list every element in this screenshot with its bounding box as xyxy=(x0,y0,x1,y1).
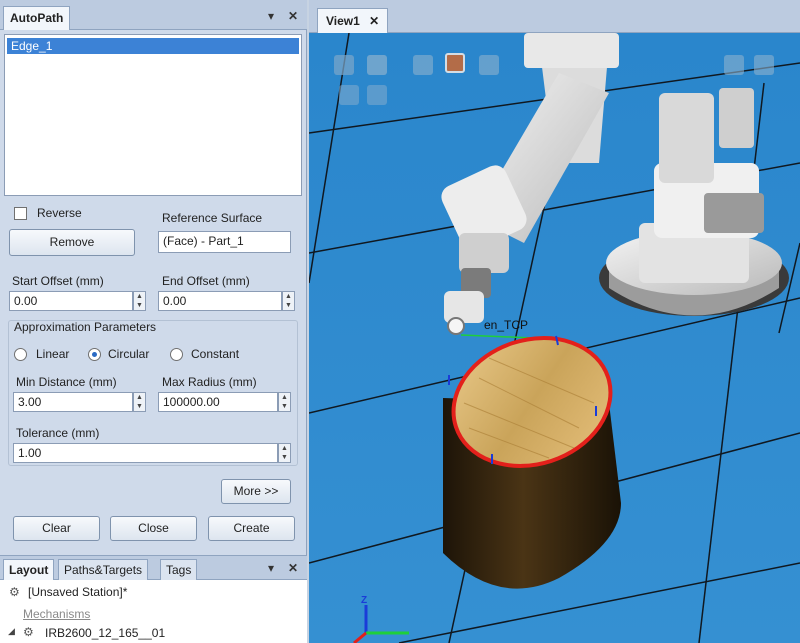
tcp-label: en_TCP xyxy=(484,318,528,332)
view-toolbar-icon[interactable] xyxy=(445,53,465,73)
close-icon[interactable]: ✕ xyxy=(288,561,298,575)
viewport-scene: en_TCP Z xyxy=(308,32,800,643)
approximation-label: Approximation Parameters xyxy=(14,320,157,334)
tab-layout[interactable]: Layout xyxy=(3,559,55,580)
view-toolbar-icon[interactable] xyxy=(724,55,744,75)
start-offset-input[interactable]: 0.00 xyxy=(9,291,133,311)
station-icon: ⚙ xyxy=(9,585,20,599)
layout-tabbar: Layout Paths&Targets Tags ▾ ✕ xyxy=(0,555,307,580)
tolerance-stepper[interactable]: ▲ ▼ xyxy=(278,443,291,463)
start-offset-label: Start Offset (mm) xyxy=(12,274,104,288)
autopath-panel: AutoPath ▾ ✕ Edge_1 Reverse Reference Su… xyxy=(0,0,307,643)
view-toolbar-icon[interactable] xyxy=(334,55,354,75)
expand-arrow-icon[interactable]: ◢ xyxy=(8,626,15,637)
min-distance-stepper[interactable]: ▲ ▼ xyxy=(133,392,146,412)
create-button[interactable]: Create xyxy=(208,516,295,541)
reverse-label: Reverse xyxy=(37,206,82,220)
autopath-tabbar: AutoPath ▾ ✕ xyxy=(0,0,307,30)
max-radius-input[interactable]: 100000.00 xyxy=(158,392,278,412)
reference-surface-field[interactable]: (Face) - Part_1 xyxy=(158,231,291,253)
tree-item-mechanisms[interactable]: Mechanisms xyxy=(23,607,90,621)
robot-icon: ⚙ xyxy=(23,625,34,639)
edge-list[interactable]: Edge_1 xyxy=(4,34,302,196)
end-offset-input[interactable]: 0.00 xyxy=(158,291,282,311)
tree-item-station[interactable]: [Unsaved Station]* xyxy=(28,585,127,599)
pin-dropdown-icon[interactable]: ▾ xyxy=(268,9,274,23)
remove-button[interactable]: Remove xyxy=(9,229,135,256)
end-offset-label: End Offset (mm) xyxy=(162,274,250,288)
linear-radio[interactable] xyxy=(14,348,27,361)
close-button[interactable]: Close xyxy=(110,516,197,541)
list-item[interactable]: Edge_1 xyxy=(7,38,299,54)
tolerance-label: Tolerance (mm) xyxy=(16,426,100,440)
view-tabbar: View1 ✕ xyxy=(309,0,800,33)
tab-view1[interactable]: View1 ✕ xyxy=(317,8,389,33)
tab-view1-label: View1 xyxy=(326,14,360,28)
constant-label: Constant xyxy=(191,347,240,361)
view-toolbar-icon[interactable] xyxy=(754,55,774,75)
tree-item-robot[interactable]: IRB2600_12_165__01 xyxy=(45,626,165,640)
pin-dropdown-icon[interactable]: ▾ xyxy=(268,561,274,575)
3d-viewport[interactable]: en_TCP Z xyxy=(308,32,800,643)
start-offset-stepper[interactable]: ▲ ▼ xyxy=(133,291,146,311)
max-radius-stepper[interactable]: ▲ ▼ xyxy=(278,392,291,412)
view-toolbar-icon[interactable] xyxy=(479,55,499,75)
tab-autopath[interactable]: AutoPath xyxy=(3,6,71,30)
view-toolbar-icon[interactable] xyxy=(339,85,359,105)
circular-radio[interactable] xyxy=(88,348,101,361)
view-toolbar-icon[interactable] xyxy=(367,55,387,75)
min-distance-label: Min Distance (mm) xyxy=(16,375,117,389)
reverse-checkbox[interactable] xyxy=(14,207,27,220)
close-icon[interactable]: ✕ xyxy=(288,9,298,23)
more-button[interactable]: More >> xyxy=(221,479,291,504)
view-toolbar-icon[interactable] xyxy=(367,85,387,105)
tab-paths-targets[interactable]: Paths&Targets xyxy=(58,559,149,580)
tab-tags[interactable]: Tags xyxy=(160,559,198,580)
svg-text:Z: Z xyxy=(361,595,367,606)
view-toolbar-icon[interactable] xyxy=(413,55,433,75)
layout-tree: ⚙ [Unsaved Station]* Mechanisms ◢ ⚙ IRB2… xyxy=(0,580,307,643)
clear-button[interactable]: Clear xyxy=(13,516,100,541)
max-radius-label: Max Radius (mm) xyxy=(162,375,257,389)
end-offset-stepper[interactable]: ▲ ▼ xyxy=(282,291,295,311)
close-icon[interactable]: ✕ xyxy=(369,14,379,28)
linear-label: Linear xyxy=(36,347,70,361)
constant-radio[interactable] xyxy=(170,348,183,361)
reference-surface-label: Reference Surface xyxy=(162,211,263,225)
min-distance-input[interactable]: 3.00 xyxy=(13,392,133,412)
circular-label: Circular xyxy=(108,347,150,361)
tolerance-input[interactable]: 1.00 xyxy=(13,443,278,463)
